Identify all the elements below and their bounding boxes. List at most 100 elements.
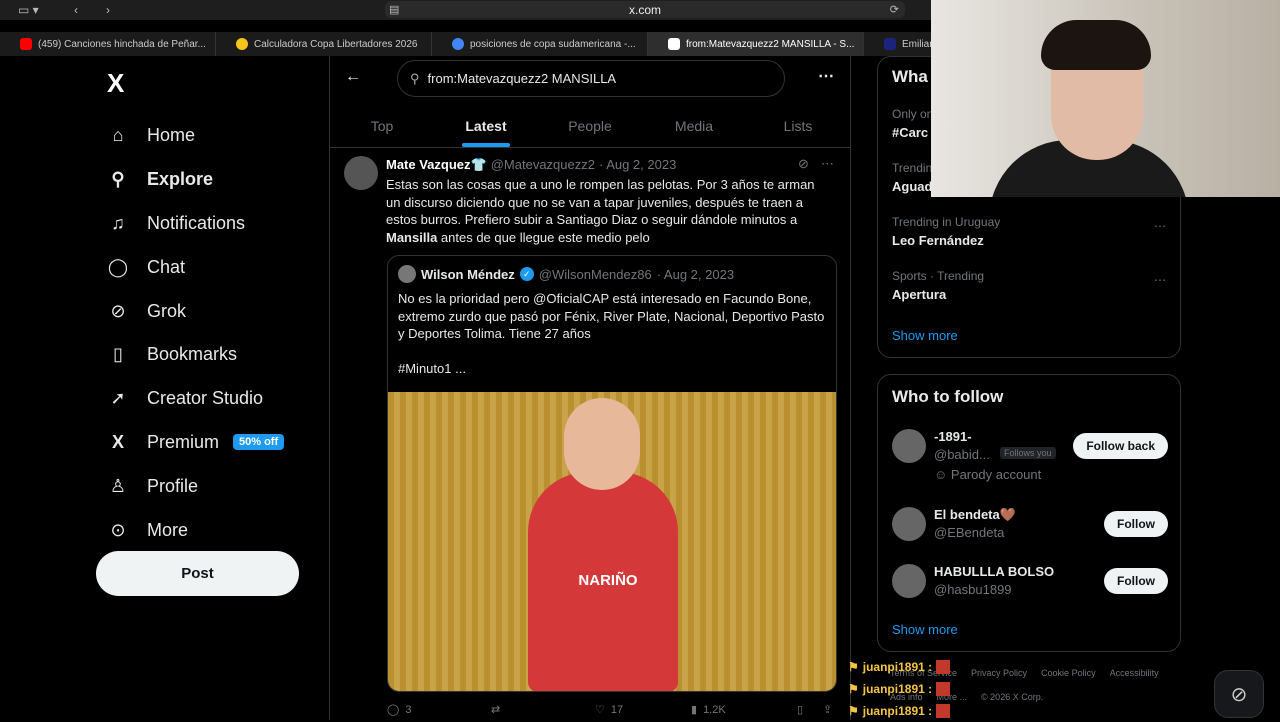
forward-arrow-icon[interactable]: ›: [106, 0, 110, 20]
tab-top[interactable]: Top: [330, 104, 434, 147]
chat-badge-icon: ⚑: [848, 660, 859, 674]
trend-name: Apertura: [892, 287, 947, 302]
bookmark-icon: ▯: [797, 704, 804, 716]
browser-tab-active[interactable]: from:Matevazquezz2 MANSILLA - S...: [648, 32, 864, 56]
tab-label: (459) Canciones hinchada de Peñar...: [38, 38, 206, 50]
chat-badge-icon: ⚑: [848, 682, 859, 696]
nav-home[interactable]: ⌂ Home: [107, 114, 284, 158]
retweet-button[interactable]: ⇄: [491, 703, 595, 716]
quoted-header: Wilson Méndez ✓ @WilsonMendez86 · Aug 2,…: [398, 265, 734, 283]
tab-latest[interactable]: Latest: [434, 104, 538, 147]
suggestion-name[interactable]: -1891-: [934, 429, 972, 444]
heart-icon: ♡: [595, 704, 605, 716]
nav-grok[interactable]: ⊘ Grok: [107, 289, 284, 333]
grok-icon[interactable]: ⊘: [798, 156, 809, 172]
tab-media[interactable]: Media: [642, 104, 746, 147]
nav-creator-studio[interactable]: ➚ Creator Studio: [107, 377, 284, 421]
who-to-follow-card: Who to follow -1891- @babid... Follows y…: [877, 374, 1181, 652]
share-button[interactable]: ⇪: [823, 703, 832, 716]
follow-back-button[interactable]: Follow back: [1073, 433, 1168, 459]
trend-item[interactable]: Sports · Trending Apertura ⋯: [878, 261, 1180, 315]
tab-label: Calculadora Copa Libertadores 2026: [254, 38, 418, 50]
player-head: [564, 398, 640, 490]
verified-badge-icon: ✓: [519, 267, 534, 281]
more-options-icon[interactable]: ⋯: [1154, 273, 1166, 287]
retweet-icon: ⇄: [491, 704, 501, 716]
rocket-icon: ➚: [110, 388, 126, 409]
bell-icon: ♫: [111, 212, 125, 233]
avatar[interactable]: [892, 507, 926, 541]
tab-lists[interactable]: Lists: [746, 104, 850, 147]
browser-tab[interactable]: Calculadora Copa Libertadores 2026: [216, 32, 432, 56]
view-count: 1.2K: [703, 703, 726, 716]
tweet-text-end: antes de que llegue este medio pelo: [437, 229, 650, 245]
bookmark-button[interactable]: ▯: [797, 703, 823, 716]
parody-text: Parody account: [950, 467, 1042, 482]
back-arrow-icon[interactable]: ‹: [74, 0, 78, 20]
tab-people[interactable]: People: [538, 104, 642, 147]
show-more-link[interactable]: Show more: [892, 622, 958, 637]
nav-more[interactable]: ⊙ More: [107, 508, 284, 552]
suggestion-handle: @hasbu1899: [934, 582, 1012, 597]
nav-bookmarks[interactable]: ▯ Bookmarks: [107, 333, 284, 377]
tweet-date[interactable]: · Aug 2, 2023: [599, 157, 676, 173]
grok-floating-button[interactable]: ⊘: [1214, 670, 1264, 718]
quoted-image[interactable]: NARIÑO: [388, 392, 836, 691]
suggestion-name[interactable]: HABULLLA BOLSO: [934, 564, 1054, 579]
reply-button[interactable]: ◯ 3: [387, 703, 491, 717]
footer-link[interactable]: Cookie Policy: [1041, 668, 1096, 678]
tab-label: from:Matevazquezz2 MANSILLA - S...: [686, 38, 855, 50]
follow-button[interactable]: Follow: [1104, 511, 1168, 537]
bookmark-icon: ▯: [113, 344, 123, 365]
follow-suggestion[interactable]: HABULLLA BOLSO @hasbu1899 Follow: [892, 562, 1168, 616]
author-name[interactable]: Mate Vazquez👕: [386, 157, 487, 173]
like-button[interactable]: ♡ 17: [595, 703, 691, 717]
show-more-link[interactable]: Show more: [892, 328, 958, 343]
avatar[interactable]: [892, 564, 926, 598]
site-icon: [236, 38, 248, 50]
follow-suggestion[interactable]: El bendeta🤎 @EBendeta Follow: [892, 505, 1168, 559]
quoted-author-name: Wilson Méndez: [421, 266, 515, 282]
more-options-icon[interactable]: ⋯: [821, 156, 834, 172]
tweet-text-body: Estas son las cosas que a uno le rompen …: [386, 177, 815, 227]
tweet-text-highlight: Mansilla: [386, 229, 438, 245]
avatar[interactable]: [344, 156, 378, 190]
sidebar-toggle-icon[interactable]: ▭ ▾: [18, 0, 39, 20]
nav-premium[interactable]: X Premium 50% off: [107, 421, 285, 465]
back-arrow-icon[interactable]: ←: [345, 68, 361, 86]
avatar: [398, 265, 416, 283]
more-options-icon[interactable]: ⋯: [1154, 219, 1166, 233]
nav-explore[interactable]: ⚲ Explore: [107, 158, 284, 202]
follow-button[interactable]: Follow: [1104, 568, 1168, 594]
x-logo-icon[interactable]: X: [107, 68, 124, 99]
nav-notifications[interactable]: ♫ Notifications: [107, 202, 284, 246]
share-icon: ⇪: [823, 704, 833, 716]
more-options-icon[interactable]: ⋯: [818, 66, 834, 86]
trend-item[interactable]: Trending in Uruguay Leo Fernández ⋯: [878, 207, 1180, 261]
nav-label: Creator Studio: [147, 388, 264, 409]
trend-subtitle: Sports · Trending: [892, 269, 985, 283]
left-sidebar: X ⌂ Home ⚲ Explore ♫ Notifications ◯ Chat ⊘ G…: [0, 56, 329, 720]
footer-link[interactable]: Accessibility: [1110, 668, 1159, 678]
address-bar[interactable]: ▤ x.com ⟳: [385, 1, 905, 18]
browser-tab[interactable]: (459) Canciones hinchada de Peñar...: [0, 32, 216, 56]
footer-link[interactable]: Privacy Policy: [971, 668, 1027, 678]
reload-icon[interactable]: ⟳: [890, 3, 899, 16]
nav-profile[interactable]: ♙ Profile: [107, 464, 284, 508]
quoted-tweet[interactable]: Wilson Méndez ✓ @WilsonMendez86 · Aug 2,…: [387, 255, 837, 692]
footer-link: © 2026 X Corp.: [981, 692, 1044, 702]
suggestion-name[interactable]: El bendeta🤎: [934, 507, 1016, 523]
main-nav: ⌂ Home ⚲ Explore ♫ Notifications ◯ Chat ⊘ Gro…: [107, 114, 285, 552]
author-handle[interactable]: @Matevazquezz2: [491, 157, 595, 173]
tweet-header-icons: ⊘ ⋯: [798, 156, 834, 172]
browser-tab[interactable]: posiciones de copa sudamericana -...: [432, 32, 648, 56]
follow-suggestion[interactable]: -1891- @babid... Follows you ☺ Parody ac…: [892, 427, 1168, 482]
avatar[interactable]: [892, 429, 926, 463]
nav-chat[interactable]: ◯ Chat: [107, 245, 284, 289]
chat-emote: [936, 704, 951, 718]
nav-label: Chat: [147, 256, 186, 277]
chat-user: juanpi1891 :: [862, 704, 933, 718]
views-button[interactable]: ▮ 1.2K: [691, 703, 797, 717]
post-button[interactable]: Post: [96, 551, 299, 596]
search-input[interactable]: ⚲ from:Matevazquezz2 MANSILLA: [397, 60, 785, 97]
